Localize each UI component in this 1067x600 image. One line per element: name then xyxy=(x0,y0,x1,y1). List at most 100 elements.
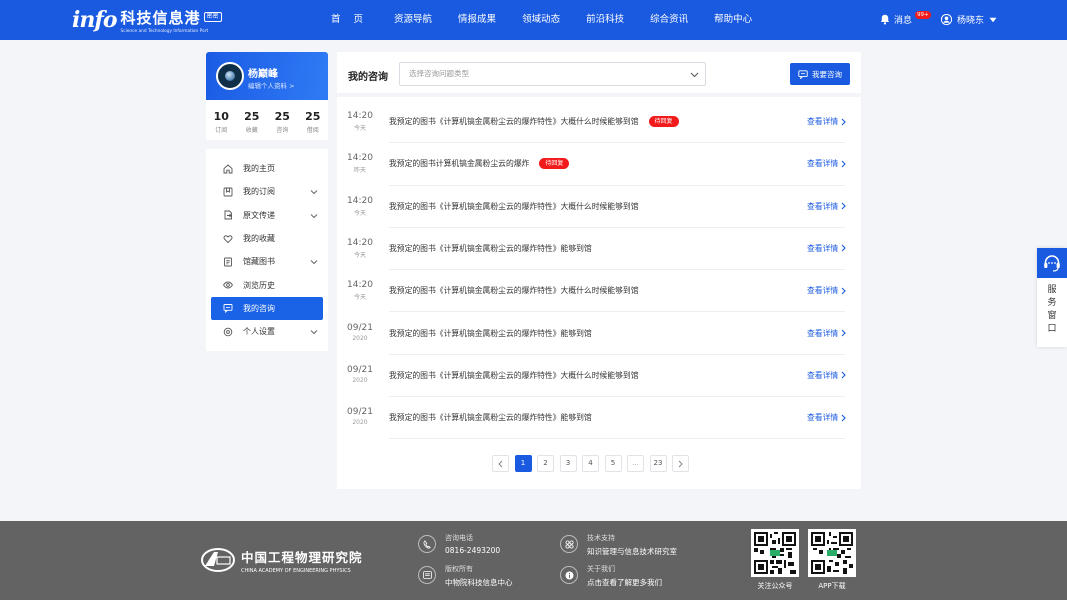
support-icon xyxy=(560,535,578,553)
status-badge: 待回复 xyxy=(648,116,679,127)
chevron-left-icon xyxy=(498,460,503,467)
copyright-label: 版权所有 xyxy=(445,565,473,573)
view-detail-link[interactable]: 查看详情 xyxy=(807,285,846,296)
sidebar-item-favorites[interactable]: 我的收藏 xyxy=(211,227,323,250)
view-detail-link[interactable]: 查看详情 xyxy=(807,201,846,212)
page-button[interactable]: 4 xyxy=(582,455,599,472)
stat-subscriptions[interactable]: 10 订阅 xyxy=(206,100,237,140)
stat-num: 10 xyxy=(213,110,229,123)
row-question[interactable]: 我预定的图书《计算机镐金属粉尘云的爆炸特性》能够到馆 xyxy=(389,243,592,254)
consultation-row: 14:20 昨天 我预定的图书计算机镐金属粉尘云的爆炸 待回复 查看详情 xyxy=(337,143,861,186)
book-icon xyxy=(224,257,232,267)
nav-resources[interactable]: 资源导航 xyxy=(381,0,445,40)
footer-support: 技术支持 知识管理与信息技术研究室 xyxy=(560,533,677,557)
page-button[interactable]: 2 xyxy=(537,455,554,472)
stat-num: 25 xyxy=(305,110,321,123)
next-page-button[interactable] xyxy=(672,455,689,472)
page-button[interactable]: 3 xyxy=(559,455,577,472)
ask-question-button[interactable]: 我要咨询 xyxy=(790,63,850,85)
sidebar-item-settings[interactable]: 个人设置 xyxy=(211,320,323,343)
row-question-text: 我预定的图书《计算机镐金属粉尘云的爆炸特性》能够到馆 xyxy=(389,413,592,423)
qr-wechat: 关注公众号 xyxy=(751,529,799,591)
qr-app: APP下载 xyxy=(808,529,856,591)
sidebar-item-library-books[interactable]: 馆藏图书 xyxy=(211,250,323,273)
question-type-select[interactable]: 选择咨询问题类型 xyxy=(399,62,706,86)
view-detail-link[interactable]: 查看详情 xyxy=(807,243,846,254)
logo-mark: info xyxy=(72,7,117,33)
row-question-text: 我预定的图书《计算机镐金属粉尘云的爆炸特性》大概什么时候能够到馆 xyxy=(389,370,639,380)
footer-about[interactable]: 关于我们 点击查看了解更多我们 xyxy=(560,564,662,588)
sidebar-item-history[interactable]: 浏览历史 xyxy=(211,273,323,296)
select-placeholder: 选择咨询问题类型 xyxy=(409,69,469,78)
view-detail-link[interactable]: 查看详情 xyxy=(807,116,846,127)
page-button[interactable]: 1 xyxy=(514,455,532,472)
ask-question-label: 我要咨询 xyxy=(812,69,842,79)
row-question[interactable]: 我预定的图书《计算机镐金属粉尘云的爆炸特性》能够到馆 xyxy=(389,412,592,423)
service-label: 服务窗口 xyxy=(1047,285,1057,334)
consultation-row: 14:20 今天 我预定的图书《计算机镐金属粉尘云的爆炸特性》能够到馆 查看详情 xyxy=(337,228,861,271)
site-logo[interactable]: info 科技信息港 密密 Science and Technology Inf… xyxy=(72,6,222,34)
qr-code-image xyxy=(751,529,799,577)
user-menu[interactable]: 杨晓东 xyxy=(941,13,997,26)
org-name-cn: 中国工程物理研究院 xyxy=(241,549,363,565)
nav-home[interactable]: 首 页 xyxy=(318,0,381,40)
row-question[interactable]: 我预定的图书《计算机镐金属粉尘云的爆炸特性》大概什么时候能够到馆 xyxy=(389,285,639,296)
page-footer: 中国工程物理研究院 CHINA ACADEMY OF ENGINEERING P… xyxy=(0,521,1067,600)
nav-intelligence[interactable]: 情报成果 xyxy=(445,0,509,40)
row-question[interactable]: 我预定的图书《计算机镐金属粉尘云的爆炸特性》大概什么时候能够到馆 xyxy=(389,201,639,212)
messages-button[interactable]: 消息 99+ xyxy=(880,11,931,26)
row-question[interactable]: 我预定的图书《计算机镐金属粉尘云的爆炸特性》能够到馆 xyxy=(389,328,592,339)
sidebar-menu: 我的主页 我的订阅 原文传递 我的收藏 馆藏图书 浏览历史 我的咨询 个人设置 xyxy=(206,149,328,351)
row-date: 2020 xyxy=(352,419,368,427)
view-detail-label: 查看详情 xyxy=(807,286,839,296)
view-detail-link[interactable]: 查看详情 xyxy=(807,412,846,423)
logo-title: 科技信息港 密密 xyxy=(121,7,222,28)
nav-general-news[interactable]: 综合资讯 xyxy=(637,0,701,40)
info-icon xyxy=(560,566,578,584)
nav-domain-news[interactable]: 领域动态 xyxy=(509,0,573,40)
stat-consultations[interactable]: 25 咨询 xyxy=(267,100,298,140)
about-value: 点击查看了解更多我们 xyxy=(587,578,662,587)
stat-label: 咨询 xyxy=(276,127,289,134)
view-detail-link[interactable]: 查看详情 xyxy=(807,370,846,381)
sidebar-item-consultations[interactable]: 我的咨询 xyxy=(211,296,323,321)
consultation-row: 14:20 今天 我预定的图书《计算机镐金属粉尘云的爆炸特性》大概什么时候能够到… xyxy=(337,101,861,144)
row-question[interactable]: 我预定的图书计算机镐金属粉尘云的爆炸 待回复 xyxy=(389,158,570,170)
nav-help[interactable]: 帮助中心 xyxy=(701,0,765,40)
qr-wechat-label: 关注公众号 xyxy=(757,582,793,590)
stat-label: 收藏 xyxy=(245,127,258,134)
user-name: 杨晓东 xyxy=(957,16,985,26)
pagination: 1 2 3 4 5 ... 23 xyxy=(492,455,695,472)
settings-icon xyxy=(223,327,233,336)
service-window-button[interactable]: 服务窗口 xyxy=(1037,248,1067,347)
sidebar-item-subscriptions[interactable]: 我的订阅 xyxy=(211,180,323,203)
status-badge: 待回复 xyxy=(539,158,570,170)
sidebar-item-home[interactable]: 我的主页 xyxy=(211,157,323,180)
page-button[interactable]: 23 xyxy=(649,455,667,472)
qr-code-image xyxy=(808,529,856,577)
consultation-row: 09/21 2020 我预定的图书《计算机镐金属粉尘云的爆炸特性》大概什么时候能… xyxy=(337,355,861,398)
sidebar-item-label: 原文传递 xyxy=(243,210,275,220)
page-button[interactable]: 5 xyxy=(604,455,622,472)
stat-borrowed[interactable]: 25 借阅 xyxy=(298,100,329,140)
avatar[interactable] xyxy=(216,62,244,90)
chevron-down-icon xyxy=(310,190,318,195)
stat-favorites[interactable]: 25 收藏 xyxy=(237,100,268,140)
view-detail-link[interactable]: 查看详情 xyxy=(807,328,846,339)
footer-copyright: 版权所有 中物院科技信息中心 xyxy=(418,564,513,588)
prev-page-button[interactable] xyxy=(492,455,509,472)
chevron-right-icon xyxy=(678,460,683,467)
row-question[interactable]: 我预定的图书《计算机镐金属粉尘云的爆炸特性》大概什么时候能够到馆 待回复 xyxy=(389,116,679,127)
phone-icon xyxy=(418,535,436,553)
edit-profile-link[interactable]: 编辑个人资料 > xyxy=(248,80,295,90)
phone-value: 0816-2493200 xyxy=(445,546,501,555)
sidebar-item-document-delivery[interactable]: 原文传递 xyxy=(211,204,323,227)
view-detail-label: 查看详情 xyxy=(807,328,839,338)
row-question[interactable]: 我预定的图书《计算机镐金属粉尘云的爆炸特性》大概什么时候能够到馆 xyxy=(389,370,639,381)
consultation-panel: 我的咨询 选择咨询问题类型 我要咨询 14:20 今天 我预定的图书《计算机镐金… xyxy=(337,52,861,489)
logo-title-text: 科技信息港 xyxy=(120,8,201,27)
profile-stats: 10 订阅 25 收藏 25 咨询 25 借阅 xyxy=(206,100,328,140)
view-detail-link[interactable]: 查看详情 xyxy=(807,158,846,169)
row-time: 14:20 xyxy=(347,237,373,248)
nav-frontier-tech[interactable]: 前沿科技 xyxy=(573,0,637,40)
